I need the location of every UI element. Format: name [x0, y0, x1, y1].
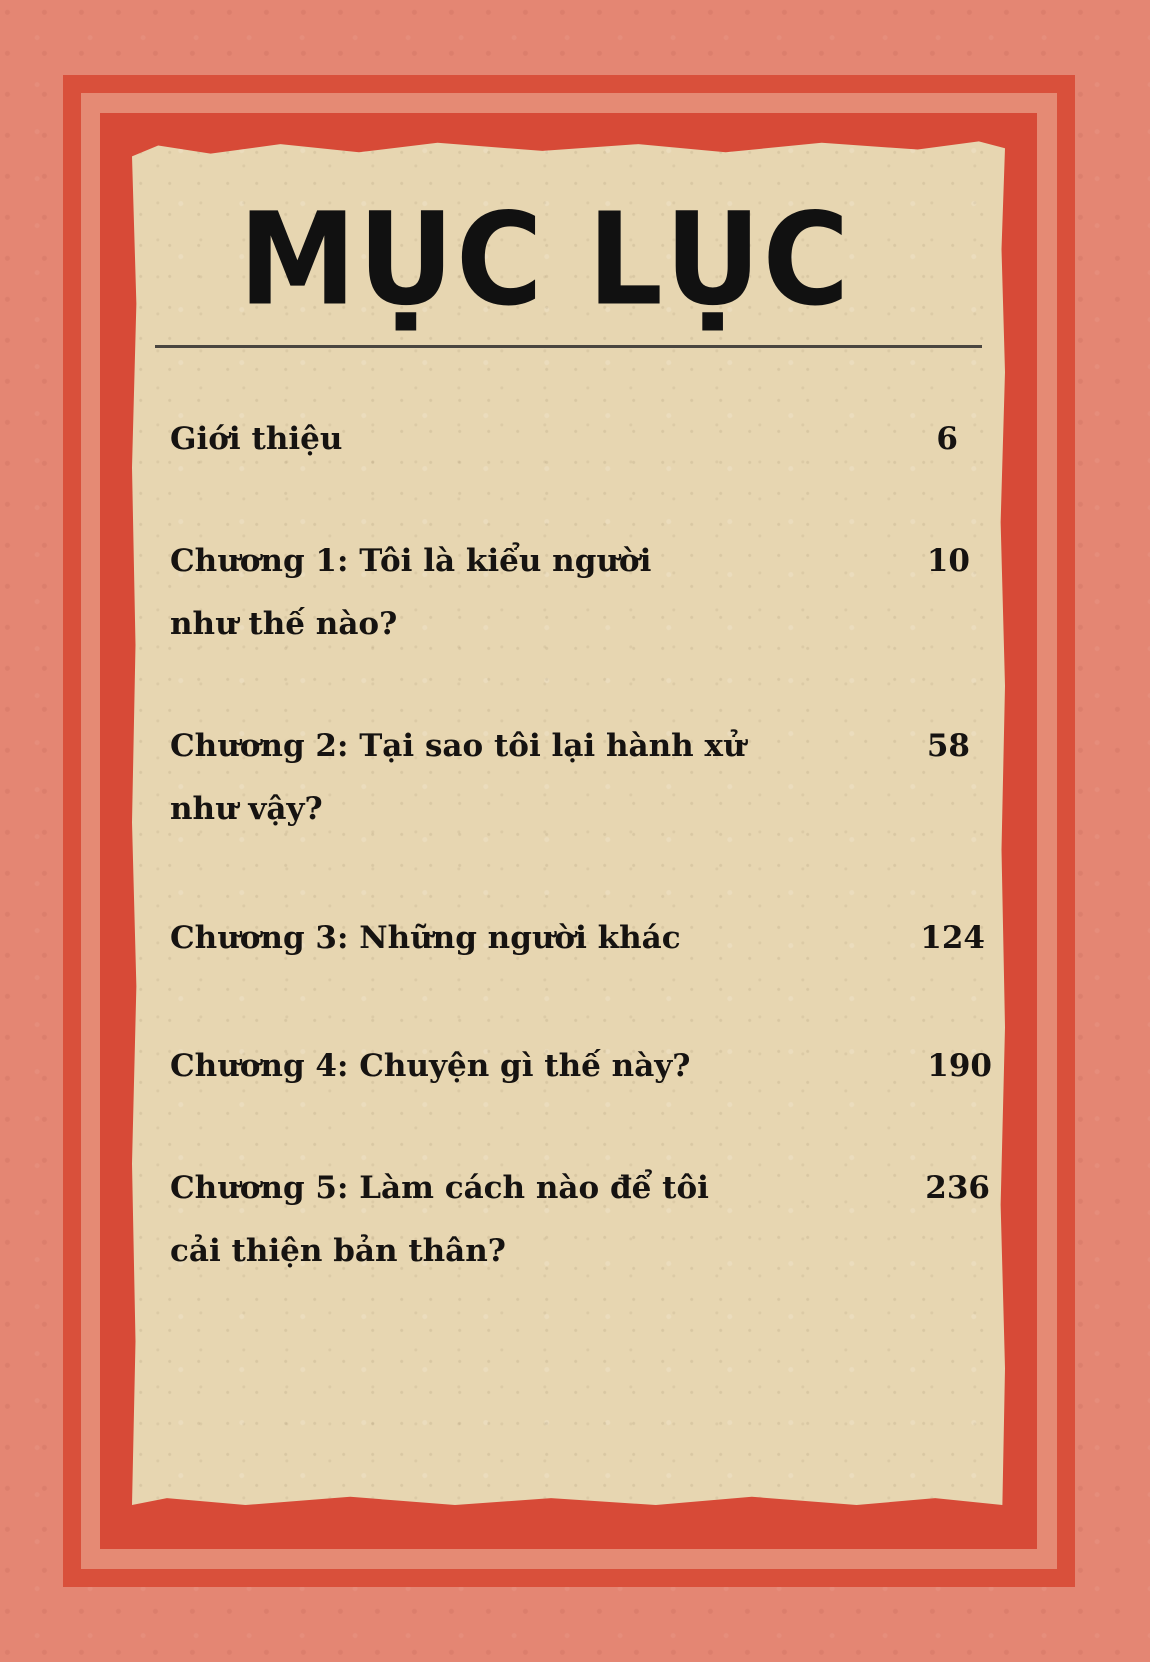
toc-entry-title[interactable]: Giới thiệu — [170, 408, 790, 471]
toc-entry-title[interactable]: Chương 1: Tôi là kiểu người như thế nào? — [170, 530, 670, 656]
table-of-contents: Giới thiệu 6 Chương 1: Tôi là kiểu người… — [0, 0, 1150, 1662]
toc-entry-page: 236 — [925, 1170, 990, 1206]
toc-entry-title[interactable]: Chương 5: Làm cách nào để tôi cải thiện … — [170, 1157, 730, 1283]
toc-entry-title[interactable]: Chương 3: Những người khác — [170, 907, 790, 970]
toc-entry-title[interactable]: Chương 2: Tại sao tôi lại hành xử như vậ… — [170, 715, 770, 841]
toc-entry-page: 10 — [926, 543, 970, 579]
toc-entry-page: 124 — [920, 920, 985, 956]
toc-entry-page: 58 — [926, 728, 970, 764]
toc-entry-page: 6 — [936, 421, 958, 457]
toc-entry-page: 190 — [927, 1048, 992, 1084]
toc-entry-title[interactable]: Chương 4: Chuyện gì thế này? — [170, 1035, 790, 1098]
